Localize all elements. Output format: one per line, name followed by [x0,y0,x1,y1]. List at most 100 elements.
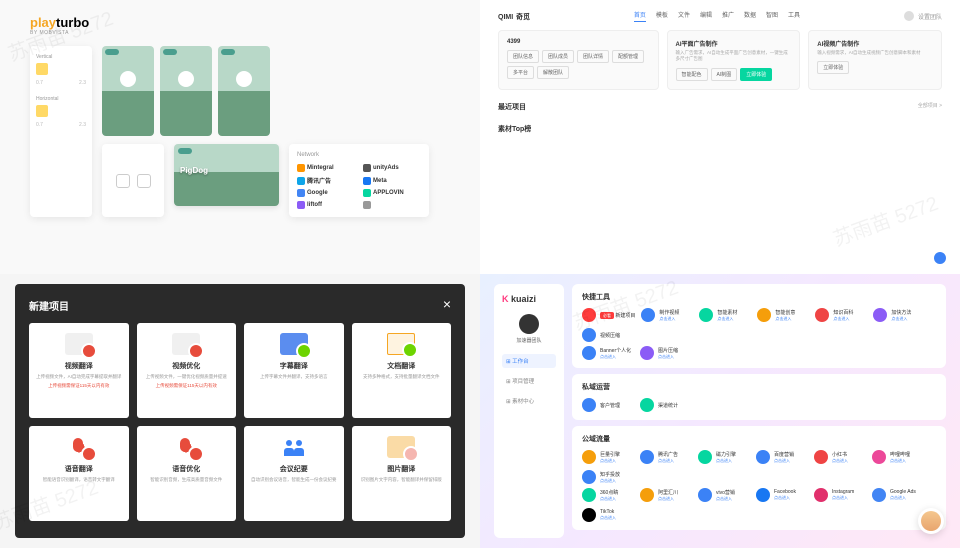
tool-item[interactable]: 巨量引擎点击进入 [582,450,634,464]
close-icon[interactable]: × [443,296,451,312]
nav-item[interactable]: 模板 [656,10,668,22]
project-type-card[interactable]: 视频优化上传视频文件，一键优化视频质量并提速上传视频需保证115天以内有效 [137,323,237,418]
tag[interactable]: 立即体验 [817,61,849,74]
project-type-card[interactable]: 会议纪要自动识别会议语音，智能生成一份会议纪要 [244,426,344,521]
project-type-card[interactable]: 字幕翻译上传字幕文件并翻译，支持多语言 [244,323,344,418]
tool-item[interactable]: Banner个人化点击进入 [582,346,634,360]
nav-item[interactable]: 数据 [744,10,756,22]
tool-item[interactable]: 阿里汇川点击进入 [640,488,692,502]
tool-icon-2[interactable] [137,174,151,188]
network-item[interactable] [363,201,421,209]
horizontal-swatch[interactable] [36,105,48,117]
nav-item[interactable]: 推广 [722,10,734,22]
card-title: 4399 [507,39,650,45]
network-item[interactable]: Meta [363,176,421,185]
tool-sub: 点击进入 [833,316,853,322]
wide-preview[interactable]: PigDog [174,144,279,206]
project-type-card[interactable]: 图片翻译识别图片文字内容，智能翻译并保留排版 [352,426,452,521]
project-type-card[interactable]: 语音翻译智能语音识别翻译，语音转文字翻译 [29,426,129,521]
quick-tools-section: 快捷工具 必看 新建项目制作视频点击进入智能素材点击进入智能创意点击进入知识百科… [572,284,946,368]
tool-item[interactable]: 视频压缩 [582,328,634,342]
network-item[interactable]: 腾讯广告 [297,176,355,185]
tool-item[interactable]: 制作视频点击进入 [641,308,693,322]
nav-item[interactable]: 智图 [766,10,778,22]
card-title: 视频优化 [172,361,200,371]
tag[interactable]: 立即体验 [740,68,772,81]
tool-item[interactable]: Instagram点击进入 [814,488,866,502]
tool-label: 加快方法 [891,309,911,316]
tag[interactable]: 团队信息 [507,50,539,63]
tool-item[interactable]: Google Ads点击进入 [872,488,924,502]
tag[interactable]: 配额管理 [612,50,644,63]
top-assets-title: 素材Top榜 [498,124,942,134]
thumb-2[interactable] [160,46,212,136]
tool-label: 智能创意 [775,309,795,316]
tool-item[interactable]: 腾讯广告点击进入 [640,450,692,464]
tool-sub: 点击进入 [774,458,794,464]
tag[interactable]: 智能配色 [676,68,708,81]
tag[interactable]: 多平台 [507,66,534,79]
tool-item[interactable]: 磁力引擎点击进入 [698,450,750,464]
thumbnail-gallery [102,46,429,136]
network-item[interactable]: Mintegral [297,164,355,172]
nav-item[interactable]: 编辑 [700,10,712,22]
tool-item[interactable]: 必看 新建项目 [582,308,635,322]
network-item[interactable]: liftoff [297,201,355,209]
card-desc: 智能识别音频，生成高质量音频文件 [150,477,222,483]
tool-item[interactable]: 小红书点击进入 [814,450,866,464]
tool-item[interactable]: 图片压缩点击进入 [640,346,692,360]
nav-item[interactable]: 首页 [634,10,646,22]
sidebar-menu-item[interactable]: ⊞ 素材中心 [502,394,556,408]
network-item[interactable]: unityAds [363,164,421,172]
tool-sub: 点击进入 [600,515,616,521]
tag[interactable]: AI制图 [711,68,738,81]
tag[interactable]: 团队详情 [577,50,609,63]
sidebar-menu-item[interactable]: ⊞ 工作台 [502,354,556,368]
project-type-card[interactable]: 文档翻译支持多种格式，支持批量翻译文档文件 [352,323,452,418]
nav-item[interactable]: 工具 [788,10,800,22]
card-icon [65,436,93,458]
more-link[interactable]: 全部项目 > [918,102,942,109]
user-block[interactable]: 加速器团队 [502,314,556,344]
assistant-fab[interactable] [918,508,944,534]
tool-item[interactable]: 客户管理 [582,398,634,412]
tool-item[interactable]: 智能素材点击进入 [699,308,751,322]
tool-item[interactable]: 知识百科点击进入 [815,308,867,322]
nav-item[interactable]: 文件 [678,10,690,22]
tool-icon [582,450,596,464]
tag[interactable]: 解散团队 [537,66,569,79]
tool-item[interactable]: 加快方法点击进入 [873,308,925,322]
tool-item[interactable]: 知乎投放点击进入 [582,470,634,484]
tool-sub: 点击进入 [716,458,736,464]
qimi-logo: QIMI 奇觅 [498,11,530,22]
tool-label: 客户管理 [600,402,620,409]
project-type-card[interactable]: 视频翻译上传视频文件，AI自动完成字幕提取并翻译上传视频需保证115天以内有效 [29,323,129,418]
tool-item[interactable]: vivo营销点击进入 [698,488,750,502]
tool-icon [640,398,654,412]
network-item[interactable]: APPLOVIN [363,189,421,197]
user-menu[interactable]: 设置团队 [904,11,942,21]
tool-label: vivo营销 [716,489,735,496]
tool-icon-1[interactable] [116,174,130,188]
tool-item[interactable]: 百度营销点击进入 [756,450,808,464]
horizontal-label: Horizontal [36,96,86,102]
tool-item[interactable]: Facebook点击进入 [756,488,808,502]
vertical-swatch[interactable] [36,63,48,75]
help-fab[interactable] [934,252,946,264]
network-item[interactable]: Google [297,189,355,197]
tool-item[interactable]: 智能创意点击进入 [757,308,809,322]
project-type-card[interactable]: 语音优化智能识别音频，生成高质量音频文件 [137,426,237,521]
tool-item[interactable]: 渠道统计 [640,398,692,412]
tool-sub: 点击进入 [832,458,848,464]
thumb-1[interactable] [102,46,154,136]
tool-label: 知乎投放 [600,471,620,478]
sidebar-menu-item[interactable]: ⊞ 项目管理 [502,374,556,388]
tool-item[interactable]: 360点睛点击进入 [582,488,634,502]
tool-item[interactable]: TikTok点击进入 [582,508,634,522]
tool-item[interactable]: 哔哩哔哩点击进入 [872,450,924,464]
tool-icon [873,308,887,322]
tag[interactable]: 团队成员 [542,50,574,63]
private-domain-section: 私域运营 客户管理渠道统计 [572,374,946,420]
card-title: 会议纪要 [280,464,308,474]
thumb-3[interactable] [218,46,270,136]
